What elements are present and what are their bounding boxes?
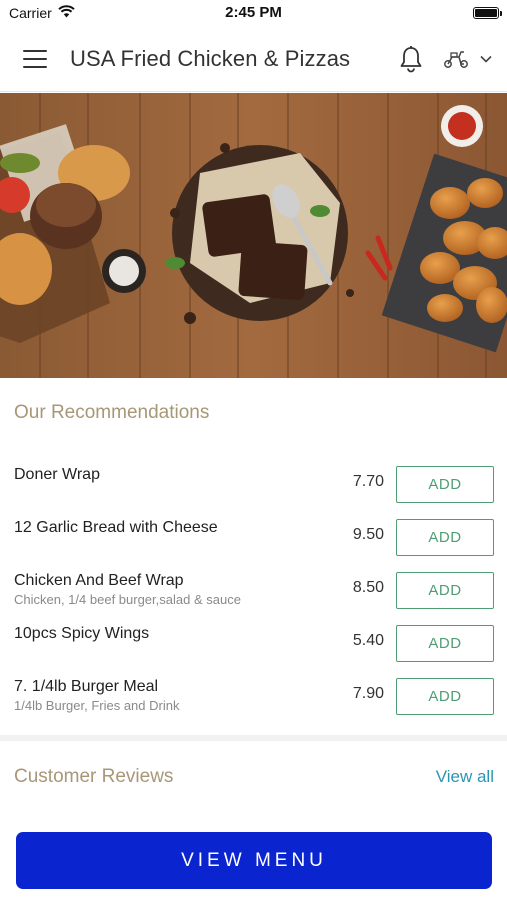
status-time: 2:45 PM — [225, 4, 282, 21]
add-button[interactable]: ADD — [396, 572, 494, 609]
item-price: 9.50 — [352, 526, 384, 543]
section-divider — [0, 735, 507, 741]
battery-icon — [473, 7, 502, 19]
add-button[interactable]: ADD — [396, 678, 494, 715]
delivery-mode-selector[interactable] — [433, 26, 507, 92]
reviews-heading: Customer Reviews — [14, 766, 174, 787]
item-name: 10pcs Spicy Wings — [14, 625, 150, 642]
item-price: 5.40 — [352, 632, 384, 649]
item-price: 7.90 — [352, 685, 384, 702]
bell-icon — [400, 45, 422, 72]
scooter-icon — [444, 50, 468, 68]
view-menu-button[interactable]: VIEW MENU — [16, 832, 492, 889]
add-button[interactable]: ADD — [396, 466, 494, 503]
item-price: 8.50 — [352, 579, 384, 596]
app-header: USA Fried Chicken & Pizzas — [0, 26, 507, 92]
item-name: Doner Wrap — [14, 466, 100, 483]
list-item: 12 Garlic Bread with Cheese 9.50 ADD — [0, 511, 507, 564]
list-item: Doner Wrap 7.70 ADD — [0, 458, 507, 511]
chevron-down-icon — [480, 55, 492, 63]
item-price: 7.70 — [352, 473, 384, 490]
recommendations-list: Doner Wrap 7.70 ADD 12 Garlic Bread with… — [0, 458, 507, 723]
item-name: 7. 1/4lb Burger Meal — [14, 678, 159, 695]
item-description: Chicken, 1/4 beef burger,salad & sauce — [14, 592, 241, 607]
item-name: Chicken And Beef Wrap — [14, 572, 184, 589]
view-all-link[interactable]: View all — [436, 767, 494, 787]
hamburger-menu-icon[interactable] — [0, 26, 70, 92]
page-title: USA Fried Chicken & Pizzas — [70, 45, 351, 71]
recommendations-heading: Our Recommendations — [14, 402, 210, 423]
add-button[interactable]: ADD — [396, 519, 494, 556]
item-description: 1/4lb Burger, Fries and Drink — [14, 698, 180, 713]
list-item: 7. 1/4lb Burger Meal 1/4lb Burger, Fries… — [0, 670, 507, 723]
hero-banner-image — [0, 93, 507, 378]
item-name: 12 Garlic Bread with Cheese — [14, 519, 218, 536]
notification-button[interactable] — [389, 26, 433, 92]
list-item: 10pcs Spicy Wings 5.40 ADD — [0, 617, 507, 670]
status-bar: Carrier 2:45 PM — [0, 0, 507, 26]
list-item: Chicken And Beef Wrap Chicken, 1/4 beef … — [0, 564, 507, 617]
add-button[interactable]: ADD — [396, 625, 494, 662]
